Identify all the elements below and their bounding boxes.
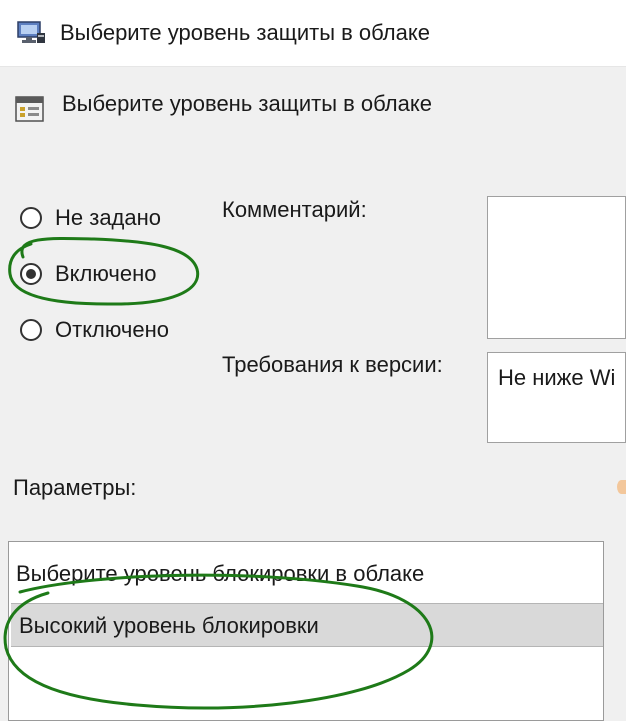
- radio-disabled[interactable]: Отключено: [20, 315, 169, 345]
- policy-title: Выберите уровень защиты в облаке: [62, 91, 432, 116]
- supported-textbox-value: Не ниже Wi: [498, 365, 616, 390]
- policy-settings-icon: [15, 96, 44, 122]
- radio-disabled-label: Отключено: [55, 317, 169, 342]
- radio-enabled-icon: [20, 263, 42, 285]
- comment-label: Комментарий:: [222, 197, 367, 222]
- computer-settings-icon: [17, 21, 45, 43]
- block-level-selected-value: Высокий уровень блокировки: [19, 613, 319, 638]
- supported-label: Требования к версии:: [222, 352, 443, 377]
- parameters-label: Параметры:: [13, 475, 137, 500]
- radio-not-configured[interactable]: Не задано: [20, 203, 161, 233]
- radio-not-configured-icon: [20, 207, 42, 229]
- block-level-dropdown[interactable]: Высокий уровень блокировки: [11, 603, 603, 647]
- supported-textbox[interactable]: Не ниже Wi: [487, 352, 626, 443]
- window-title: Выберите уровень защиты в облаке: [60, 20, 430, 45]
- parameters-panel: Выберите уровень блокировки в облаке Выс…: [8, 541, 604, 721]
- block-level-label: Выберите уровень блокировки в облаке: [16, 561, 425, 586]
- radio-enabled-label: Включено: [55, 261, 157, 286]
- radio-disabled-icon: [20, 319, 42, 341]
- radio-not-configured-label: Не задано: [55, 205, 162, 230]
- partial-options-handle: [617, 480, 626, 494]
- comment-textbox[interactable]: [487, 196, 626, 339]
- radio-enabled[interactable]: Включено: [20, 259, 156, 289]
- title-bar: Выберите уровень защиты в облаке: [0, 0, 626, 67]
